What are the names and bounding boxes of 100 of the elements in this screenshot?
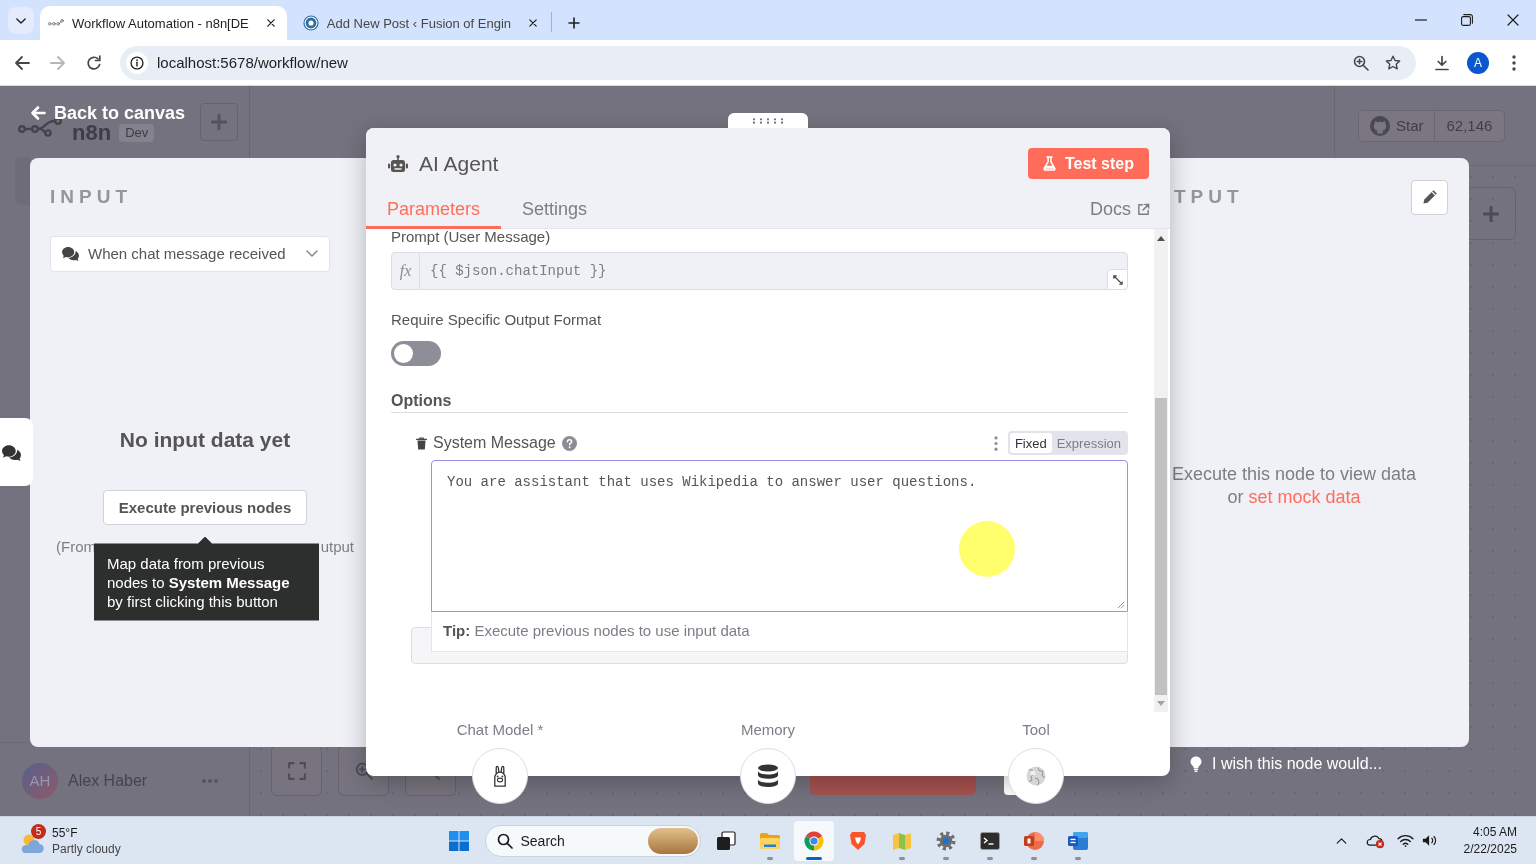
info-icon — [130, 55, 144, 70]
options-menu-icon[interactable] — [993, 435, 998, 451]
close-icon — [1507, 14, 1519, 26]
site-logo-icon — [302, 15, 319, 31]
site-info-button[interactable] — [126, 51, 148, 74]
chat-icon — [61, 246, 80, 261]
feedback-link[interactable]: I wish this node would... — [1190, 754, 1382, 774]
temperature-text: 55°F — [52, 824, 79, 841]
connector-label: Tool — [1022, 722, 1050, 738]
chevron-up-icon — [1336, 837, 1348, 844]
search-highlight-picture — [647, 827, 698, 854]
shield-icon — [848, 830, 867, 851]
grip-icon — [751, 117, 785, 124]
windows-logo-icon — [448, 830, 469, 851]
minimize-icon — [1415, 19, 1427, 21]
wifi-icon[interactable] — [1396, 834, 1414, 847]
option-label: System Message — [433, 434, 556, 452]
restore-icon — [1461, 14, 1473, 26]
star-count: 62,146 — [1445, 116, 1494, 136]
github-icon — [1370, 115, 1390, 136]
expression-prefix: fx — [392, 253, 420, 289]
pencil-icon — [1421, 189, 1438, 205]
edit-button[interactable] — [1411, 179, 1448, 215]
terminal-icon — [979, 831, 1000, 850]
tab[interactable]: Settings — [501, 198, 609, 229]
forward-arrow-icon — [50, 54, 66, 71]
section-heading: Options — [391, 391, 1128, 413]
toggle-switch[interactable] — [391, 341, 441, 366]
back-arrow-icon — [14, 54, 30, 71]
tab-list-button[interactable] — [8, 7, 34, 34]
connector-label: Chat Model * — [456, 722, 544, 738]
scroll-up-icon[interactable] — [1157, 236, 1165, 241]
execute-previous-button[interactable]: Execute previous nodes — [102, 489, 308, 525]
chat-icon — [1, 443, 22, 461]
robot-icon — [388, 154, 408, 173]
clock-time[interactable]: 4:05 AM — [1463, 823, 1517, 841]
tip-text: Tip: Execute previous nodes to use input data — [431, 612, 1128, 652]
empty-state-title: No input data yet — [118, 426, 292, 453]
environment-badge: Dev — [119, 124, 155, 142]
logo-text: n8n — [72, 123, 112, 142]
map-icon — [891, 830, 912, 851]
mode-option[interactable]: Fixed — [1009, 433, 1052, 453]
search-icon — [496, 832, 513, 849]
connector-node[interactable] — [1008, 748, 1064, 804]
workflow-icon — [48, 19, 64, 27]
node-dropdown[interactable]: When chat message received — [50, 235, 330, 272]
back-arrow-icon — [30, 105, 46, 121]
external-link-icon — [1137, 202, 1150, 216]
database-icon — [757, 764, 779, 788]
scrollbar[interactable] — [1154, 229, 1168, 712]
chevron-down-icon — [16, 17, 26, 24]
chat-button[interactable] — [0, 418, 33, 486]
tooltip: Map data from previous nodes to System Message by first clicking this button — [94, 536, 319, 621]
reload-icon — [86, 54, 102, 71]
docs-link[interactable]: Docs — [1090, 198, 1150, 220]
resize-handle-icon[interactable] — [1117, 601, 1125, 609]
logo-icon — [18, 117, 62, 137]
flask-icon — [1042, 156, 1056, 171]
connector-node[interactable] — [740, 748, 796, 804]
connector-label: Memory — [740, 722, 796, 738]
folder-icon — [758, 831, 781, 850]
connector-node[interactable] — [472, 748, 528, 804]
star-icon — [1385, 54, 1401, 71]
back-to-canvas-link[interactable]: Back to canvas — [30, 103, 186, 123]
hint-text: utput — [320, 537, 354, 556]
expand-button[interactable] — [1107, 269, 1128, 290]
search-button[interactable]: Search — [484, 824, 701, 857]
plus-icon — [1482, 205, 1499, 222]
node-title: AI Agent — [419, 151, 499, 176]
download-icon — [1434, 54, 1450, 71]
cloud-error-icon[interactable] — [1364, 832, 1385, 849]
globe-icon — [1026, 766, 1046, 786]
close-icon — [529, 19, 538, 27]
zoom-in-icon — [1353, 54, 1369, 71]
profile-avatar[interactable]: A — [1467, 51, 1489, 74]
chevron-down-icon — [306, 250, 318, 257]
clock-date[interactable]: 2/22/2025 — [1463, 840, 1517, 858]
presentation-icon — [1023, 830, 1044, 851]
delete-icon[interactable] — [416, 436, 427, 450]
browser-tab[interactable]: Workflow Automation - n8n[DE — [40, 6, 287, 40]
browser-icon — [803, 830, 824, 851]
field-label: Require Specific Output Format — [391, 312, 603, 328]
plus-icon — [211, 114, 227, 130]
panel-title: INPUT — [50, 186, 132, 208]
expression-field[interactable]: fx {{ $json.chatInput }} — [391, 252, 1128, 290]
lightbulb-icon — [1190, 756, 1202, 772]
fit-view-button[interactable] — [271, 745, 322, 796]
weather-condition: Partly cloudy — [52, 840, 121, 857]
browser-tab[interactable]: Add New Post ‹ Fusion of Engin — [294, 6, 550, 40]
panel-title: TPUT — [1174, 186, 1244, 208]
speaker-icon[interactable] — [1421, 834, 1438, 847]
plus-icon — [568, 17, 581, 29]
zoom-in-icon — [354, 761, 373, 780]
help-icon[interactable] — [561, 435, 577, 451]
address-bar[interactable]: localhost:5678/workflow/new — [120, 45, 1416, 80]
notification-badge: 5 — [31, 823, 46, 839]
scrollbar-thumb[interactable] — [1155, 398, 1167, 695]
drag-handle[interactable] — [728, 113, 808, 128]
document-icon — [1067, 830, 1088, 851]
field-label: Prompt (User Message) — [391, 229, 552, 245]
